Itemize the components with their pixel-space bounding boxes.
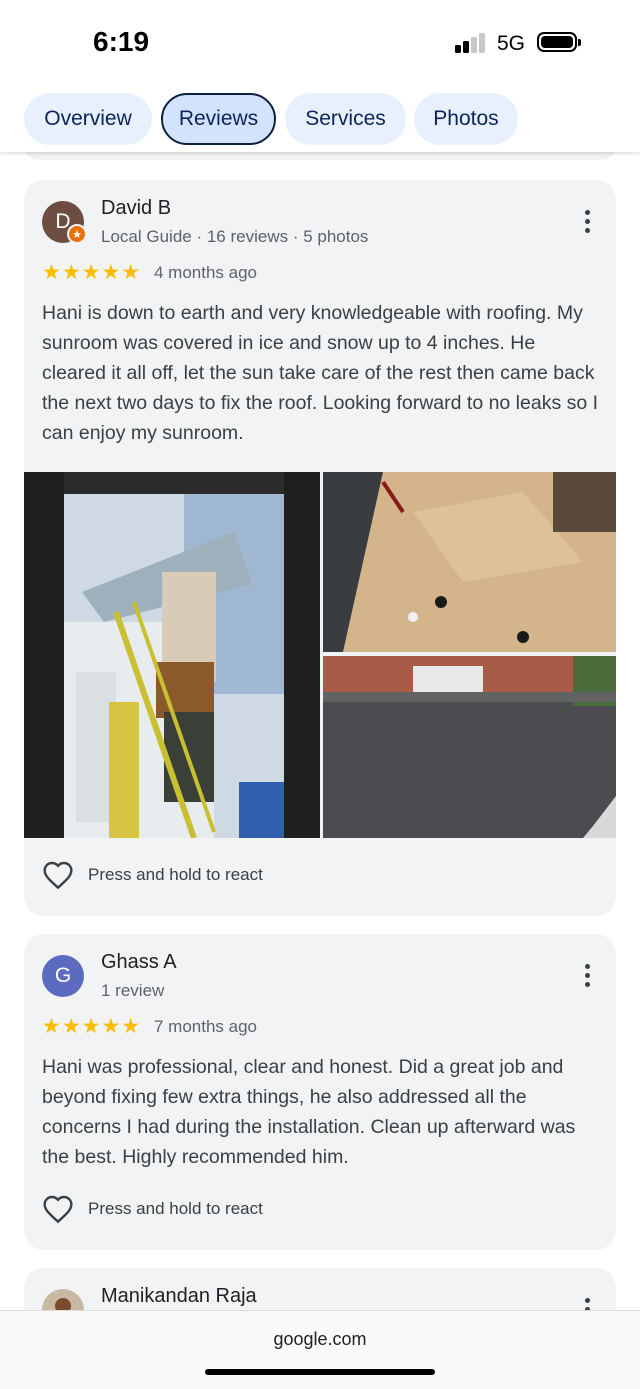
heart-icon — [43, 1195, 73, 1224]
status-bar: 6:19 5G — [0, 0, 640, 86]
review-card: G Ghass A 1 review ★★★★★ 7 months ago Ha… — [24, 934, 616, 1250]
avatar[interactable]: G — [42, 955, 84, 997]
reviewer-name[interactable]: David B — [101, 197, 171, 220]
tab-bar: Overview Reviews Services Photos — [0, 86, 640, 152]
cellular-signal-icon — [455, 33, 489, 53]
review-photo-ladder[interactable] — [24, 472, 320, 838]
react-label: Press and hold to react — [88, 865, 263, 884]
previous-review-card — [24, 152, 616, 160]
review-text: Hani was professional, clear and honest.… — [42, 1056, 576, 1168]
tab-overview[interactable]: Overview — [24, 93, 152, 145]
more-options-icon[interactable] — [582, 964, 592, 991]
review-date: 4 months ago — [154, 263, 258, 282]
heart-icon — [43, 861, 73, 890]
review-photo-finished-roof[interactable] — [323, 656, 616, 838]
reviewer-meta: Local Guide · 16 reviews · 5 photos — [101, 227, 369, 246]
reviewer-meta: 1 review — [101, 981, 165, 1000]
home-indicator[interactable] — [205, 1369, 435, 1375]
reviewer-name[interactable]: Manikandan Raja — [101, 1285, 257, 1308]
react-button[interactable]: Press and hold to react — [42, 1194, 263, 1224]
more-options-icon[interactable] — [582, 1298, 592, 1310]
reviewer-name[interactable]: Ghass A — [101, 951, 177, 974]
network-type: 5G — [497, 32, 526, 55]
react-label: Press and hold to react — [88, 1199, 263, 1218]
star-rating: ★★★★★ — [42, 1015, 142, 1038]
more-options-icon[interactable] — [582, 210, 592, 237]
react-button[interactable]: Press and hold to react — [42, 860, 263, 890]
review-date: 7 months ago — [154, 1017, 258, 1036]
tab-photos[interactable]: Photos — [414, 93, 518, 145]
status-time: 6:19 — [93, 26, 150, 57]
battery-icon — [537, 32, 581, 52]
tab-reviews[interactable]: Reviews — [161, 93, 276, 145]
browser-address-bar[interactable]: google.com — [0, 1310, 640, 1389]
url-text[interactable]: google.com — [0, 1329, 640, 1350]
avatar[interactable] — [42, 1289, 84, 1310]
reviews-list[interactable]: D ★ David B Local Guide · 16 reviews · 5… — [0, 152, 640, 1310]
star-rating: ★★★★★ — [42, 261, 142, 284]
review-card: Manikandan Raja — [24, 1268, 616, 1310]
review-photo-plywood-roof[interactable] — [323, 472, 616, 652]
review-text: Hani is down to earth and very knowledge… — [42, 302, 599, 444]
review-card: D ★ David B Local Guide · 16 reviews · 5… — [24, 180, 616, 916]
tab-services[interactable]: Services — [285, 93, 406, 145]
local-guide-star-icon: ★ — [67, 224, 87, 244]
